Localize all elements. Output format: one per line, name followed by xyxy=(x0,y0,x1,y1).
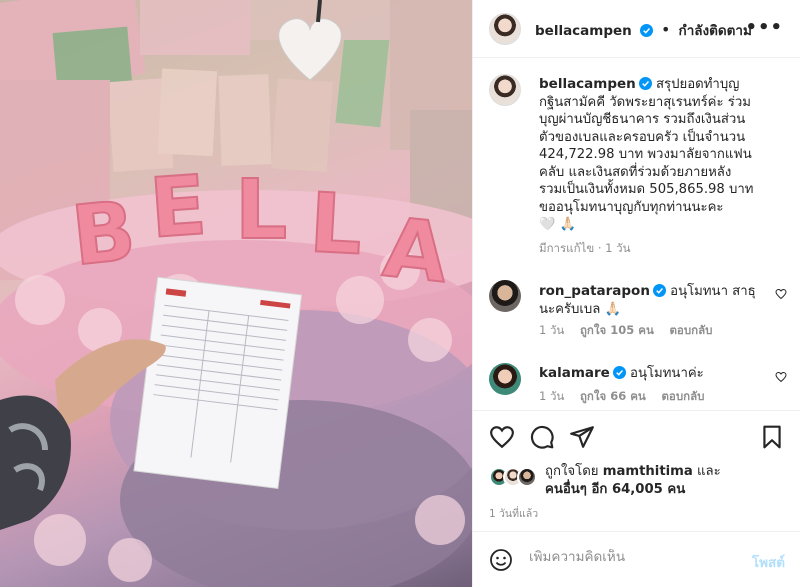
caption-meta: มีการแก้ไข · 1 วัน xyxy=(539,240,631,255)
caption-line: กฐินสามัคคี วัดพระยาสุเรนทร์ค่ะ ร่วม xyxy=(539,94,751,110)
action-bar xyxy=(473,410,800,462)
post-comment-button[interactable]: โพสต์ xyxy=(752,551,785,573)
following-button[interactable]: กำลังติดตาม xyxy=(679,23,752,39)
comments-section[interactable]: bellacampen สรุปยอดทำบุญ กฐินสามัคคี วัด… xyxy=(473,58,800,410)
likes-prefix: ถูกใจโดย xyxy=(545,464,599,479)
caption-text: bellacampen สรุปยอดทำบุญ กฐินสามัคคี วัด… xyxy=(539,76,787,257)
photo-letter: E xyxy=(147,158,210,257)
likes-text: ถูกใจโดย mamthitima และ คนอื่นๆ อีก 64,0… xyxy=(545,463,785,499)
caption-line: รวมเป็นเงินทั้งหมด 505,865.98 บาท xyxy=(539,182,754,197)
caption-avatar[interactable] xyxy=(489,74,521,106)
caption-line: 424,722.98 บาท พวงมาลัยจากแฟน xyxy=(539,147,752,162)
caption-line: สรุปยอดทำบุญ xyxy=(656,77,740,92)
comment-bubble-icon[interactable] xyxy=(529,424,555,450)
post-header: bellacampen • กำลังติดตาม ••• xyxy=(473,0,800,58)
share-paper-plane-icon[interactable] xyxy=(569,424,595,450)
comment-meta: 1 วัน ถูกใจ 105 คน ตอบกลับ xyxy=(539,322,712,340)
comment-username[interactable]: kalamare xyxy=(539,365,610,381)
emoji-icon[interactable] xyxy=(489,548,513,572)
comment-likes[interactable]: ถูกใจ 66 คน xyxy=(580,389,646,403)
caption-time[interactable]: 1 วัน xyxy=(605,241,630,255)
comment-body: นะครับเบล 🙏🏻 xyxy=(539,302,621,317)
likes-count[interactable]: คนอื่นๆ อีก 64,005 คน xyxy=(545,482,685,497)
comment-like-icon[interactable] xyxy=(775,288,787,300)
caption-line: ขออนุโมทนาบุญกับทุกท่านนะคะ xyxy=(539,199,724,215)
likes-summary: ถูกใจโดย mamthitima และ คนอื่นๆ อีก 64,0… xyxy=(489,461,789,501)
comment-text: ron_patarapon อนุโมทนา สาธุ นะครับเบล 🙏🏻 xyxy=(539,282,769,319)
reply-button[interactable]: ตอบกลับ xyxy=(661,389,704,403)
reply-button[interactable]: ตอบกลับ xyxy=(669,323,712,337)
caption-line: คลับ และเงินสดที่ร่วมด้วยภายหลัง xyxy=(539,164,732,180)
author-avatar[interactable] xyxy=(489,13,521,45)
comment-meta: 1 วัน ถูกใจ 66 คน ตอบกลับ xyxy=(539,388,704,406)
author-username[interactable]: bellacampen xyxy=(535,23,632,39)
like-heart-icon[interactable] xyxy=(489,424,515,450)
comment-like-icon[interactable] xyxy=(775,371,787,383)
comment-username[interactable]: ron_patarapon xyxy=(539,283,650,299)
photo-letter: A xyxy=(379,201,453,302)
header-user-line: bellacampen • กำลังติดตาม xyxy=(535,20,752,39)
likes-suffix: และ xyxy=(696,464,721,479)
liker-avatar xyxy=(517,467,537,487)
comment-avatar[interactable] xyxy=(489,363,521,395)
photo-letter: L xyxy=(307,176,364,274)
post-side-panel: bellacampen • กำลังติดตาม ••• bellacampe… xyxy=(472,0,800,587)
comment-likes[interactable]: ถูกใจ 105 คน xyxy=(580,323,654,337)
comment-body: อนุโมทนา สาธุ xyxy=(670,284,756,299)
bookmark-icon[interactable] xyxy=(759,424,785,450)
caption-line: ตัวของเบลและครอบครัว เป็นจำนวน xyxy=(539,129,746,145)
verified-icon xyxy=(612,366,626,379)
post-photo[interactable]: B E L L A xyxy=(0,0,472,587)
caption-username[interactable]: bellacampen xyxy=(539,76,636,92)
edited-label: มีการแก้ไข xyxy=(539,240,595,255)
comment-time[interactable]: 1 วัน xyxy=(539,323,564,337)
verified-icon xyxy=(652,284,666,297)
post-timestamp[interactable]: 1 วันที่แล้ว xyxy=(489,505,538,522)
caption-line: บุญผ่านบัญชีธนาคาร รวมถึงเงินส่วน xyxy=(539,112,746,127)
photo-letter: B xyxy=(68,184,140,285)
verified-icon xyxy=(639,24,653,37)
comment-avatar[interactable] xyxy=(489,280,521,312)
comment-time[interactable]: 1 วัน xyxy=(539,389,564,403)
comment-input[interactable] xyxy=(529,549,729,565)
add-comment-bar: โพสต์ xyxy=(473,531,800,587)
photo-letter: L xyxy=(235,163,287,258)
more-options-icon[interactable]: ••• xyxy=(745,17,783,38)
comment-body: อนุโมทนาค่ะ xyxy=(630,366,704,381)
photo-illustration: B E L L A xyxy=(0,0,472,587)
verified-icon xyxy=(638,77,652,90)
caption-emoji: 🤍 🙏🏻 xyxy=(539,217,577,232)
comment-text: kalamare อนุโมทนาค่ะ xyxy=(539,364,769,383)
liker-username[interactable]: mamthitima xyxy=(603,464,693,479)
